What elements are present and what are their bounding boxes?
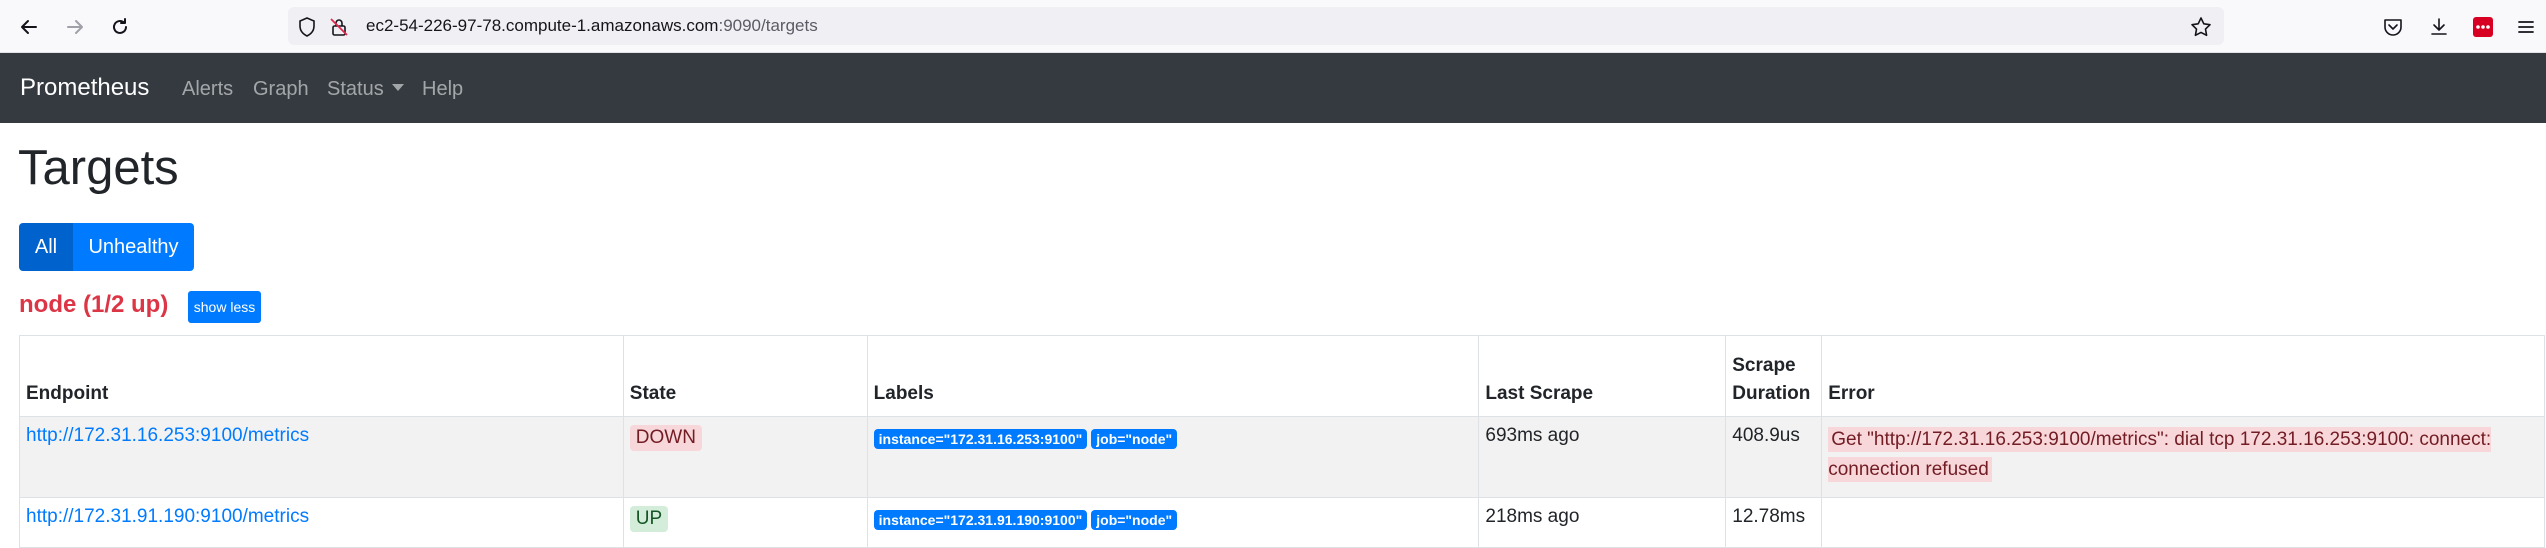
browser-toolbar: ec2-54-226-97-78.compute-1.amazonaws.com… <box>0 0 2546 53</box>
table-header-row: Endpoint State Labels Last Scrape Scrape… <box>19 335 2545 417</box>
endpoint-cell: http://172.31.16.253:9100/metrics <box>19 416 624 498</box>
top-navbar: Prometheus Alerts Graph Status Help <box>0 53 2546 123</box>
targets-table: Endpoint State Labels Last Scrape Scrape… <box>19 335 2545 548</box>
download-icon[interactable] <box>2426 14 2452 40</box>
header-scrape-duration: Scrape Duration <box>1725 335 1823 417</box>
labels-cell: instance="172.31.91.190:9100" job="node" <box>866 497 1480 548</box>
nav-status-label: Status <box>327 78 384 100</box>
label-badge-job: job="node" <box>1091 429 1178 449</box>
caret-down-icon <box>391 84 404 91</box>
endpoint-link[interactable]: http://172.31.91.190:9100/metrics <box>26 506 309 527</box>
reload-icon[interactable] <box>105 12 135 42</box>
label-badge-instance: instance="172.31.91.190:9100" <box>873 510 1088 530</box>
job-heading[interactable]: node (1/2 up) <box>19 291 168 319</box>
pocket-icon[interactable] <box>2380 14 2406 40</box>
labels-cell: instance="172.31.16.253:9100" job="node" <box>866 416 1480 498</box>
page-title: Targets <box>18 141 179 195</box>
header-labels: Labels <box>866 335 1480 417</box>
state-cell: UP <box>622 497 868 548</box>
state-badge: DOWN <box>629 425 702 451</box>
label-badge-instance: instance="172.31.16.253:9100" <box>873 429 1088 449</box>
endpoint-link[interactable]: http://172.31.16.253:9100/metrics <box>26 425 309 446</box>
url-bar[interactable]: ec2-54-226-97-78.compute-1.amazonaws.com… <box>288 7 2224 45</box>
header-error: Error <box>1821 335 2545 417</box>
extension-icon[interactable] <box>2470 14 2496 40</box>
back-icon[interactable] <box>14 12 44 42</box>
forward-icon[interactable] <box>60 12 90 42</box>
show-less-button[interactable]: show less <box>188 291 261 323</box>
url-port-path: :9090/targets <box>718 16 818 35</box>
endpoint-cell: http://172.31.91.190:9100/metrics <box>19 497 624 548</box>
url-host: ec2-54-226-97-78.compute-1.amazonaws.com <box>366 16 719 35</box>
filter-unhealthy-button[interactable]: Unhealthy <box>73 223 194 271</box>
error-cell: Get "http://172.31.16.253:9100/metrics":… <box>1821 416 2545 498</box>
table-row: http://172.31.16.253:9100/metrics DOWN i… <box>19 416 2545 498</box>
hamburger-menu-icon[interactable] <box>2513 14 2539 40</box>
shield-icon[interactable] <box>296 16 318 38</box>
state-cell: DOWN <box>622 416 868 498</box>
nav-help[interactable]: Help <box>422 78 463 101</box>
table-row: http://172.31.91.190:9100/metrics UP ins… <box>19 497 2545 548</box>
star-icon[interactable] <box>2190 16 2212 38</box>
error-message: Get "http://172.31.16.253:9100/metrics":… <box>1828 427 2492 482</box>
nav-graph[interactable]: Graph <box>253 78 309 101</box>
nav-status-dropdown[interactable]: Status <box>327 78 404 101</box>
header-endpoint: Endpoint <box>19 335 624 417</box>
last-scrape-cell: 693ms ago <box>1478 416 1727 498</box>
label-badge-job: job="node" <box>1091 510 1178 530</box>
scrape-duration-cell: 12.78ms <box>1725 497 1823 548</box>
error-cell <box>1821 497 2545 548</box>
last-scrape-cell: 218ms ago <box>1478 497 1727 548</box>
state-badge: UP <box>629 506 669 532</box>
insecure-lock-icon[interactable] <box>328 16 350 38</box>
nav-alerts[interactable]: Alerts <box>182 78 233 101</box>
brand-link[interactable]: Prometheus <box>20 74 149 102</box>
scrape-duration-cell: 408.9us <box>1725 416 1823 498</box>
filter-all-button[interactable]: All <box>19 223 73 271</box>
url-text[interactable]: ec2-54-226-97-78.compute-1.amazonaws.com… <box>366 16 818 36</box>
header-last-scrape: Last Scrape <box>1478 335 1727 417</box>
header-state: State <box>622 335 868 417</box>
